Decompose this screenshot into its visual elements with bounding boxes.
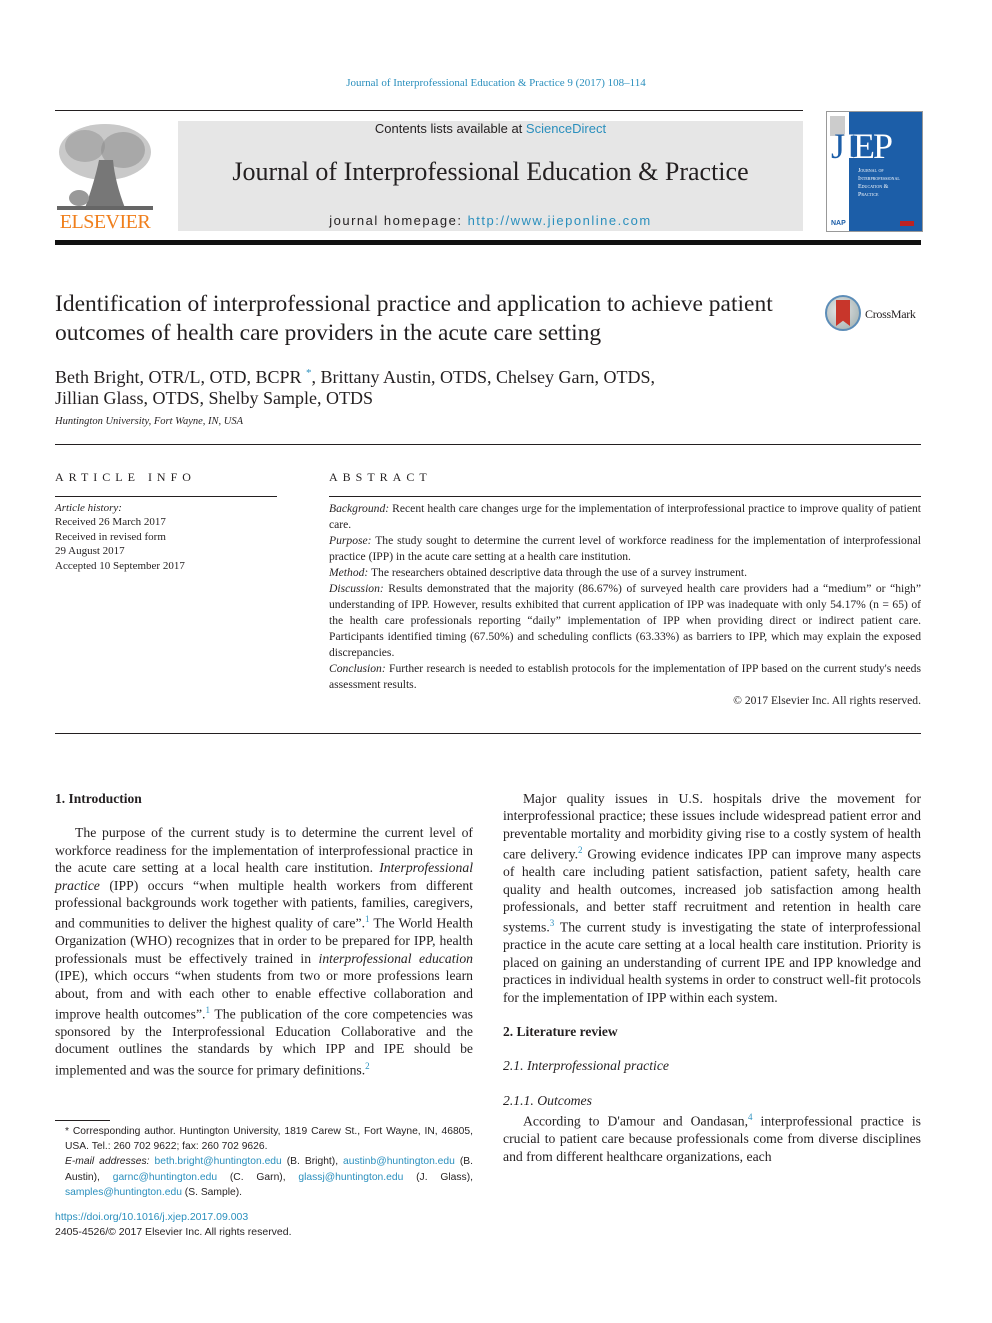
elsevier-wordmark: ELSEVIER [59,211,151,233]
abstract-heading: ABSTRACT [329,470,432,484]
subsubsection-heading-outcomes: 2.1.1. Outcomes [503,1092,592,1108]
abstract-method: Method: The researchers obtained descrip… [329,566,747,579]
top-rule [55,110,803,111]
history-label: Article history: [55,502,122,514]
journal-cover[interactable]: JIEP Journal of Interprofessional Educat… [826,111,923,232]
abstract-rule [329,496,921,497]
abstract-divider [55,733,921,734]
cover-acronym: JIEP [831,126,893,166]
history-item: Accepted 10 September 2017 [55,559,185,572]
cover-red-logo [900,221,914,226]
nap-badge: NAP [831,220,846,227]
email-addresses: E-mail addresses: beth.bright@huntington… [65,1156,473,1198]
abstract-background: Background: Recent health care changes u… [329,502,921,531]
header-thick-rule [55,240,921,245]
sciencedirect-link[interactable]: ScienceDirect [526,121,606,136]
abstract-discussion: Discussion: Results demonstrated that th… [329,582,921,659]
issn-line: 2405-4526/© 2017 Elsevier Inc. All right… [55,1226,292,1238]
running-head[interactable]: Journal of Interprofessional Education &… [0,77,992,89]
abstract-body: Background: Recent health care changes u… [329,501,921,709]
citation-link[interactable]: 2 [365,1061,370,1071]
title-divider [55,444,921,445]
crossmark-label: CrossMark [865,307,916,321]
article-info-heading: ARTICLE INFO [55,470,196,484]
corresponding-author-note: * Corresponding author. Huntington Unive… [65,1126,473,1153]
authors-line-1: Beth Bright, OTR/L, OTD, BCPR *, Brittan… [55,367,656,387]
intro-paragraph-1: The purpose of the current study is to d… [55,825,474,1078]
authors-line-2: Jillian Glass, OTDS, Shelby Sample, OTDS [55,388,373,408]
email-link[interactable]: samples@huntington.edu [65,1187,182,1198]
history-item: Received 26 March 2017 [55,516,166,529]
elsevier-tree-icon [57,124,153,210]
section-heading-literature-review: 2. Literature review [503,1024,618,1039]
history-item: Received in revised form [55,530,166,543]
homepage-link[interactable]: http://www.jieponline.com [468,213,652,228]
email-link[interactable]: glassj@huntington.edu [298,1172,403,1183]
outcomes-paragraph: According to D'amour and Oandasan,4 inte… [503,1112,922,1164]
article-history: Article history: Received 26 March 2017 … [55,501,277,573]
subsection-heading-ipp: 2.1. Interprofessional practice [503,1058,670,1074]
footnotes: * Corresponding author. Huntington Unive… [55,1124,473,1200]
abstract-conclusion: Conclusion: Further research is needed t… [329,662,921,691]
elsevier-logo[interactable]: ELSEVIER [55,120,155,232]
affiliation: Huntington University, Fort Wayne, IN, U… [55,416,244,427]
abstract-purpose: Purpose: The study sought to determine t… [329,534,921,563]
email-link[interactable]: garnc@huntington.edu [113,1172,217,1183]
homepage-line: journal homepage: http://www.jieponline.… [178,213,803,228]
contents-line: Contents lists available at ScienceDirec… [178,121,803,136]
authors: Beth Bright, OTR/L, OTD, BCPR *, Brittan… [55,363,815,409]
cover-subtitle: Journal of Interprofessional Education &… [858,168,900,198]
homepage-prefix: journal homepage: [329,213,468,228]
doi-block: https://doi.org/10.1016/j.xjep.2017.09.0… [55,1210,292,1240]
abstract-copyright: © 2017 Elsevier Inc. All rights reserved… [733,694,921,707]
footnote-rule [55,1120,110,1121]
contents-prefix: Contents lists available at [374,121,526,136]
article-info-rule [55,496,277,497]
article-title: Identification of interprofessional prac… [55,291,773,346]
email-link[interactable]: austinb@huntington.edu [343,1156,455,1167]
intro-paragraph-2: Major quality issues in U.S. hospitals d… [503,791,921,1005]
body-column-left: 1. Introduction The purpose of the curre… [55,790,473,1079]
email-link[interactable]: beth.bright@huntington.edu [155,1156,282,1167]
doi-link[interactable]: https://doi.org/10.1016/j.xjep.2017.09.0… [55,1211,248,1223]
history-item: 29 August 2017 [55,545,125,558]
journal-title: Journal of Interprofessional Education &… [232,157,749,186]
body-column-right: Major quality issues in U.S. hospitals d… [503,790,921,1165]
section-heading-introduction: 1. Introduction [55,791,142,806]
crossmark-button[interactable]: CrossMark [825,295,925,337]
